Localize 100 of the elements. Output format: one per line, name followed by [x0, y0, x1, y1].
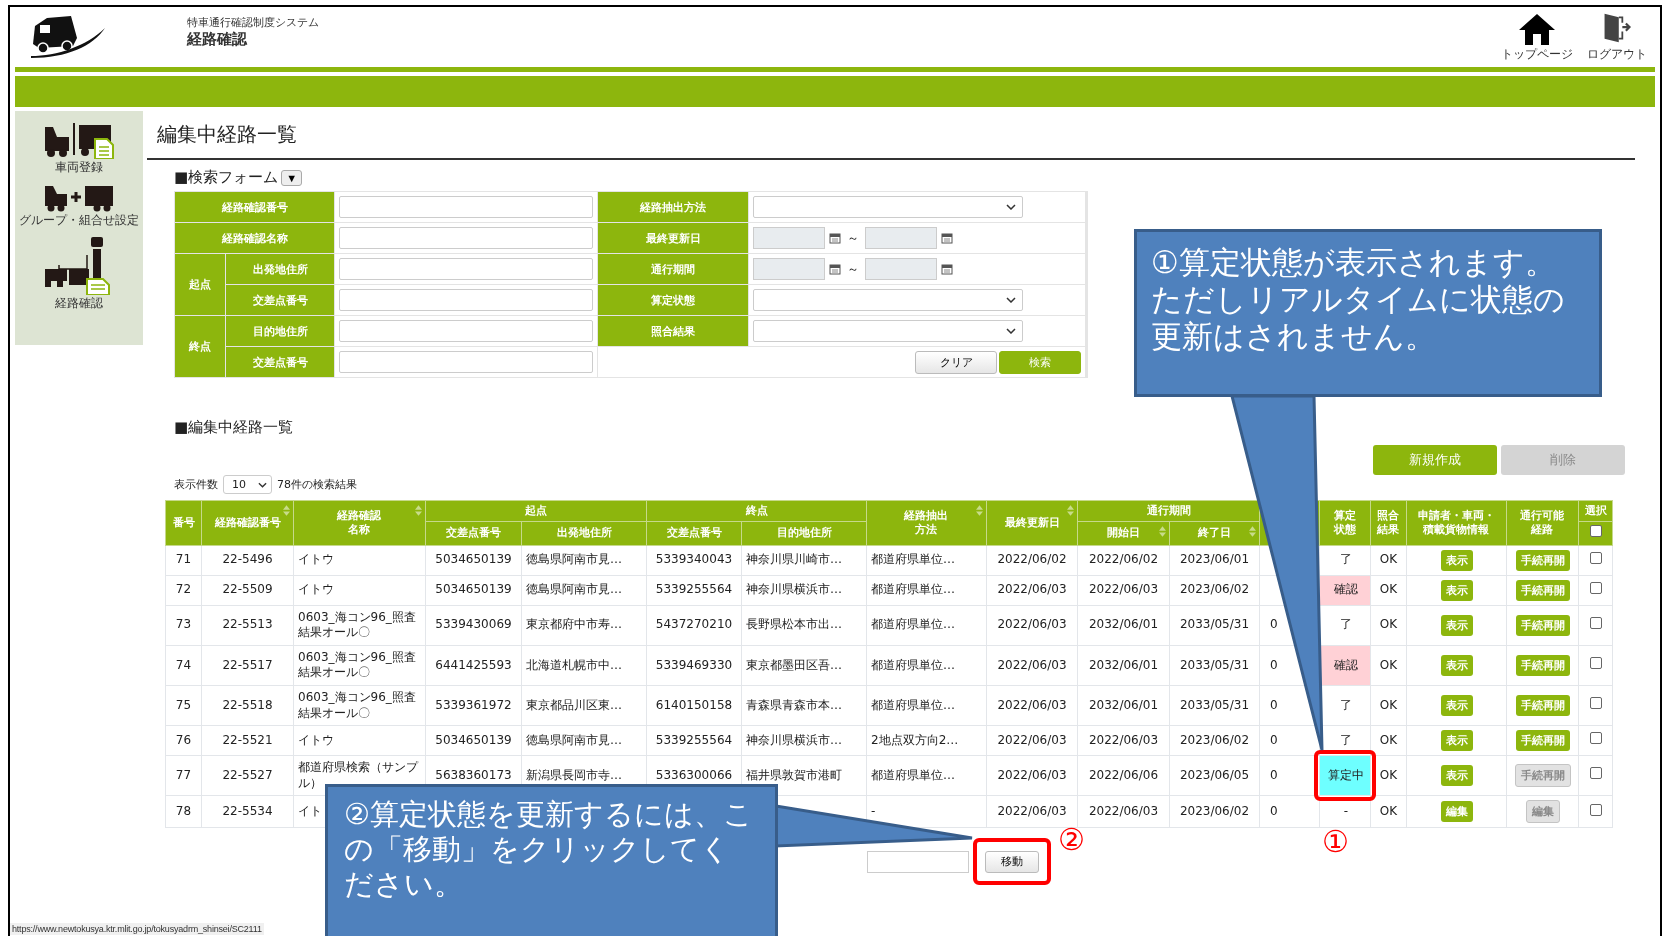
table-cell: 72	[175, 582, 192, 597]
calendar-icon[interactable]	[941, 232, 953, 244]
column-group-header: 起点	[425, 500, 647, 522]
table-cell: 5339340043	[655, 552, 733, 567]
table-cell: 2022/06/03	[1088, 732, 1159, 747]
sort-icon[interactable]	[283, 505, 290, 516]
dropdown-field[interactable]	[753, 289, 1023, 311]
page-number-field[interactable]	[867, 850, 969, 873]
sort-icon[interactable]	[1249, 526, 1256, 538]
resume-button[interactable]: 手続再開	[1515, 579, 1570, 601]
table-cell: イトウ	[298, 732, 334, 747]
dropdown-field[interactable]	[753, 320, 1023, 342]
table-cell: 0	[1270, 732, 1278, 747]
column-group-header: 終点	[646, 500, 867, 522]
table-cell: 東京都府中市寿…	[526, 617, 622, 632]
calendar-icon[interactable]	[941, 263, 953, 275]
row-checkbox[interactable]	[1589, 697, 1602, 710]
collapse-toggle[interactable]: ▼	[281, 169, 303, 186]
move-button[interactable]: 移動	[985, 850, 1039, 873]
table-cell: イトウ	[298, 582, 334, 597]
table-cell: 長野県松本市出…	[746, 617, 842, 632]
table-cell: 都道府県単位…	[871, 552, 955, 567]
nav-link[interactable]: ログアウト	[1587, 45, 1647, 63]
sort-icon[interactable]	[976, 505, 983, 516]
table-cell: 22-5518	[222, 697, 273, 712]
clear-button[interactable]: クリア	[915, 350, 997, 374]
sidebar-item[interactable]: グループ・組合せ設定	[19, 212, 139, 229]
sidebar-item[interactable]: 経路確認	[55, 295, 103, 312]
show-button[interactable]: 表示	[1440, 549, 1473, 571]
form-label: 経路確認番号	[175, 192, 334, 222]
home-icon[interactable]	[1517, 11, 1557, 46]
section-title: ■編集中経路一覧	[174, 418, 294, 437]
table-cell: 5638360173	[435, 767, 512, 782]
date-field[interactable]	[753, 227, 825, 249]
calendar-icon[interactable]	[829, 263, 841, 275]
column-header[interactable]: 最終更新日	[986, 500, 1078, 546]
column-header[interactable]: 算定状態	[1319, 500, 1371, 546]
date-field[interactable]	[753, 258, 825, 280]
row-checkbox[interactable]	[1589, 581, 1602, 594]
column-header[interactable]: 通行可能経路	[1506, 500, 1579, 546]
row-checkbox[interactable]	[1589, 803, 1602, 816]
show-button[interactable]: 表示	[1440, 695, 1473, 717]
show-button[interactable]: 表示	[1440, 765, 1473, 787]
action-button[interactable]: 新規作成	[1373, 445, 1497, 475]
form-label: 出発地住所	[226, 254, 334, 284]
table-cell: 2022/06/03	[1088, 582, 1159, 597]
column-header[interactable]: 目的地住所	[741, 521, 867, 546]
select-all-checkbox[interactable]	[1589, 525, 1602, 538]
resume-button[interactable]: 手続再開	[1515, 695, 1570, 717]
form-label: 最終更新日	[598, 223, 748, 253]
page-size-dropdown[interactable]: 10	[223, 475, 272, 494]
table-cell: 福井県敦賀市港町	[746, 767, 842, 782]
table-cell: 22-5496	[222, 552, 273, 567]
table-cell: 2032/06/01	[1088, 657, 1159, 672]
table-cell: 2023/06/02	[1179, 732, 1250, 747]
search-button[interactable]: 検索	[999, 350, 1081, 374]
dropdown-field[interactable]	[753, 196, 1023, 218]
resume-button[interactable]: 手続再開	[1515, 614, 1570, 636]
date-field[interactable]	[865, 258, 937, 280]
table-cell: 0603_海コン96_照査結果オール〇	[298, 689, 416, 720]
table-cell: 0	[1270, 804, 1278, 819]
column-header[interactable]: 番号	[165, 500, 202, 546]
table-cell: 22-5521	[222, 732, 273, 747]
row-checkbox[interactable]	[1589, 551, 1602, 564]
column-header[interactable]: 申請者・車両・積載貨物情報	[1406, 500, 1507, 546]
resume-button[interactable]: 手続再開	[1515, 730, 1570, 752]
sort-icon[interactable]	[1067, 505, 1074, 516]
column-header[interactable]: 経路確認名称	[293, 500, 426, 546]
sort-icon[interactable]	[1159, 526, 1166, 538]
table-cell: 0603_海コン96_照査結果オール〇	[298, 609, 416, 640]
form-label: 交差点番号	[226, 347, 334, 377]
sort-icon[interactable]	[415, 505, 422, 516]
range-separator: ～	[847, 229, 859, 247]
table-cell: 2022/06/03	[997, 697, 1067, 712]
table-cell: 76	[175, 732, 192, 747]
date-field[interactable]	[865, 227, 937, 249]
table-cell: 0603_海コン96_照査結果オール〇	[298, 649, 416, 680]
row-checkbox[interactable]	[1589, 767, 1602, 780]
calendar-icon[interactable]	[829, 232, 841, 244]
form-label: 経路抽出方法	[598, 192, 748, 222]
form-label: 交差点番号	[226, 285, 334, 315]
column-header[interactable]: 照合結果	[1370, 500, 1407, 546]
sidebar-item[interactable]: 車両登録	[55, 159, 103, 176]
show-button[interactable]: 表示	[1440, 730, 1473, 752]
nav-link[interactable]: トップページ	[1501, 45, 1573, 63]
form-label: 経路確認名称	[175, 223, 334, 253]
chevron-down-icon	[1006, 204, 1016, 210]
show-button[interactable]: 編集	[1440, 801, 1473, 823]
row-checkbox[interactable]	[1589, 732, 1602, 745]
column-header[interactable]: 経路確認番号	[201, 500, 294, 546]
table-cell: 22-5513	[222, 617, 273, 632]
row-checkbox[interactable]	[1589, 616, 1602, 629]
column-header[interactable]: 出発地住所	[521, 521, 647, 546]
column-header[interactable]: 経路抽出方法	[866, 500, 987, 546]
show-button[interactable]: 表示	[1440, 579, 1473, 601]
show-button[interactable]: 表示	[1440, 654, 1473, 676]
row-checkbox[interactable]	[1589, 657, 1602, 670]
resume-button[interactable]: 手続再開	[1515, 654, 1570, 676]
show-button[interactable]: 表示	[1440, 614, 1473, 636]
resume-button[interactable]: 手続再開	[1515, 549, 1570, 571]
